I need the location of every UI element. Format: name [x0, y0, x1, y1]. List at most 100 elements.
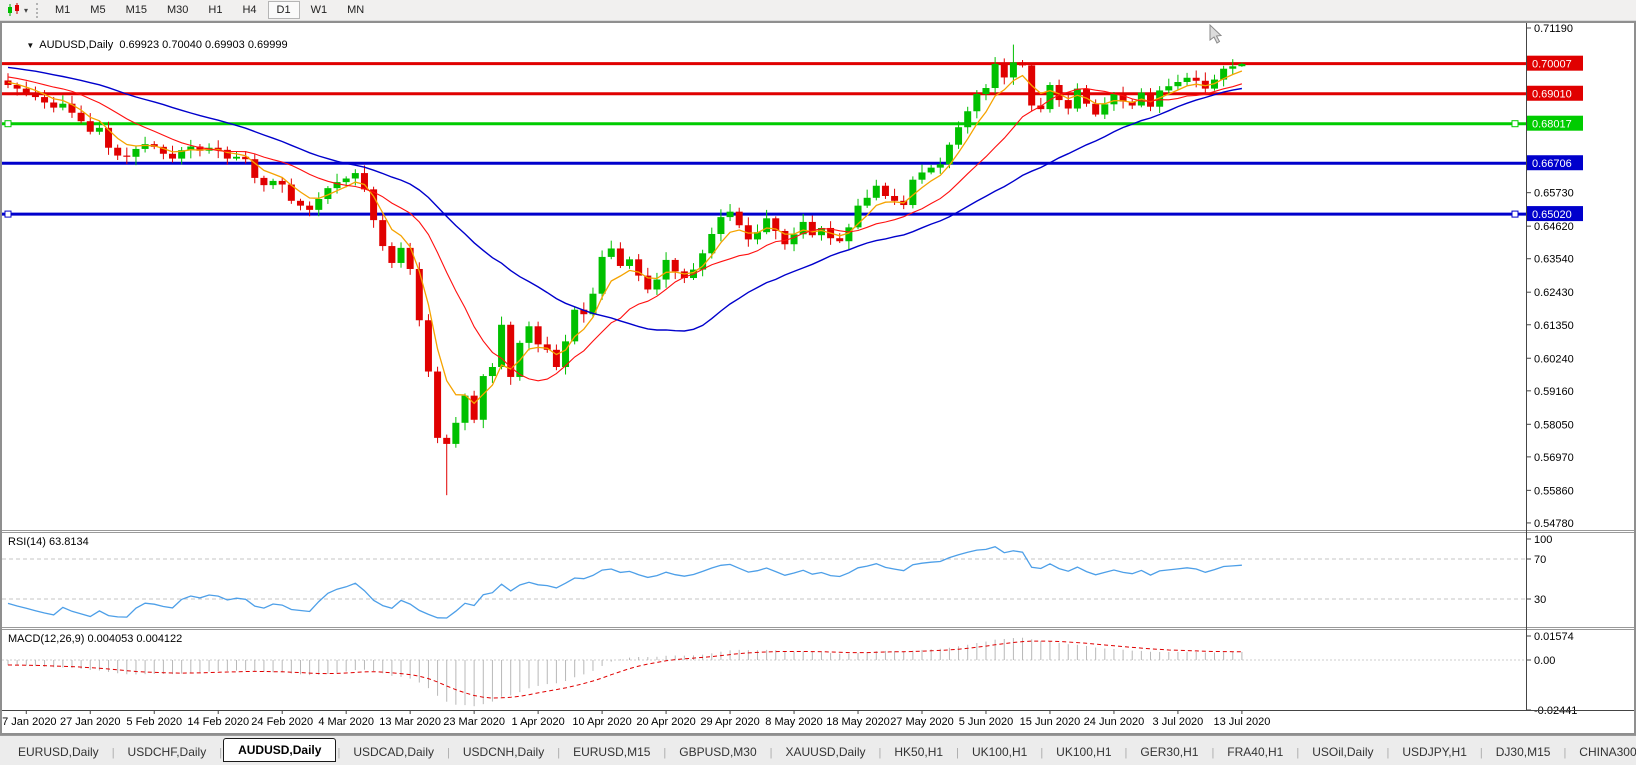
tab-uk100-h1[interactable]: UK100,H1	[1044, 742, 1123, 762]
toolbar: ▾ M1M5M15M30H1H4D1W1MN	[0, 0, 1636, 21]
trading-terminal: ▾ M1M5M15M30H1H4D1W1MN 0.711900.657300.6…	[0, 0, 1636, 765]
tab-usdchf-daily[interactable]: USDCHF,Daily	[116, 742, 219, 762]
price-badge-0.66706: 0.66706	[1527, 155, 1583, 170]
tab-ger30-h1[interactable]: GER30,H1	[1128, 742, 1210, 762]
timeframe-button-m15[interactable]: M15	[117, 1, 156, 19]
rsi-line	[8, 547, 1242, 618]
price-tick-label: 0.55860	[1534, 485, 1574, 497]
candle-body	[443, 438, 450, 444]
candle-body	[672, 260, 679, 271]
candle-body	[964, 111, 971, 127]
timeframe-button-h4[interactable]: H4	[233, 1, 265, 19]
timeframe-button-m30[interactable]: M30	[158, 1, 197, 19]
tab-usdcad-daily[interactable]: USDCAD,Daily	[341, 742, 446, 762]
timeframe-button-m1[interactable]: M1	[46, 1, 79, 19]
candle-body	[891, 196, 898, 201]
chevron-down-icon: ▾	[24, 6, 28, 15]
candle-body	[599, 257, 606, 294]
candle-body	[653, 280, 660, 290]
candle-body	[123, 156, 130, 157]
chart-type-button[interactable]: ▾	[2, 1, 32, 19]
ma-fast-line	[8, 71, 1242, 403]
candle-body	[1229, 66, 1236, 68]
rsi-scale-label: 70	[1534, 554, 1546, 566]
timeframe-button-d1[interactable]: D1	[268, 1, 300, 19]
candle-body	[763, 218, 770, 232]
candle-body	[617, 248, 624, 265]
macd-indicator-label: MACD(12,26,9) 0.004053 0.004122	[8, 633, 182, 645]
window-menu-icon[interactable]: ▼	[26, 41, 34, 50]
svg-text:0.68017: 0.68017	[1532, 119, 1572, 131]
tab-dj30-m15[interactable]: DJ30,M15	[1484, 742, 1563, 762]
candle-body	[87, 121, 94, 132]
tab-audusd-daily[interactable]: AUDUSD,Daily	[223, 738, 336, 762]
toolbar-grip[interactable]	[36, 3, 38, 18]
candle-body	[544, 344, 551, 349]
candle-body	[462, 396, 469, 423]
line-handle[interactable]	[5, 211, 11, 217]
rsi-scale-label: 100	[1534, 534, 1552, 546]
horizontal-line-0.65020[interactable]	[2, 211, 1526, 217]
rsi-scale-label: 30	[1534, 594, 1546, 606]
candle-body	[608, 248, 615, 256]
tab-eurusd-daily[interactable]: EURUSD,Daily	[6, 742, 111, 762]
candle-body	[973, 94, 980, 111]
price-tick-label: 0.59160	[1534, 386, 1574, 398]
date-label: 4 Mar 2020	[318, 716, 374, 728]
candle-body	[471, 396, 478, 420]
candle-body	[1074, 89, 1081, 109]
price-tick-label: 0.65730	[1534, 188, 1574, 200]
price-tick-label: 0.61350	[1534, 320, 1574, 332]
timeframe-button-h1[interactable]: H1	[199, 1, 231, 19]
candle-body	[78, 113, 85, 121]
price-badge-0.70007: 0.70007	[1527, 56, 1583, 71]
timeframe-button-m5[interactable]: M5	[81, 1, 114, 19]
candle-body	[132, 149, 139, 157]
date-label: 20 Apr 2020	[636, 716, 695, 728]
candle-body	[982, 88, 989, 94]
candle-body	[41, 97, 48, 102]
candle-body	[1083, 89, 1090, 104]
candle-body	[1101, 104, 1108, 114]
tab-usoil-daily[interactable]: USOil,Daily	[1300, 742, 1385, 762]
svg-text:0.66706: 0.66706	[1532, 158, 1572, 170]
candle-body	[1001, 64, 1008, 78]
chart-window: 0.711900.657300.646200.635400.624300.613…	[0, 21, 1636, 735]
candle-body	[23, 89, 30, 93]
candle-body	[270, 181, 277, 185]
tab-usdjpy-h1[interactable]: USDJPY,H1	[1390, 742, 1478, 762]
tab-fra40-h1[interactable]: FRA40,H1	[1215, 742, 1295, 762]
tab-gbpusd-m30[interactable]: GBPUSD,M30	[667, 742, 768, 762]
line-handle[interactable]	[5, 121, 11, 127]
timeframe-button-mn[interactable]: MN	[338, 1, 373, 19]
chart-canvas[interactable]: 0.711900.657300.646200.635400.624300.613…	[2, 23, 1634, 733]
line-handle[interactable]	[1512, 121, 1518, 127]
candle-body	[251, 159, 258, 178]
price-tick-label: 0.58050	[1534, 419, 1574, 431]
candle-body	[489, 367, 496, 376]
price-tick-label: 0.64620	[1534, 221, 1574, 233]
price-tick-label: 0.56970	[1534, 452, 1574, 464]
timeframe-button-w1[interactable]: W1	[302, 1, 337, 19]
candle-body	[1238, 64, 1245, 66]
date-label: 18 May 2020	[826, 716, 890, 728]
candle-body	[169, 154, 176, 159]
tab-uk100-h1[interactable]: UK100,H1	[960, 742, 1039, 762]
candle-body	[96, 128, 103, 132]
tab-hk50-h1[interactable]: HK50,H1	[882, 742, 955, 762]
candle-body	[1019, 62, 1026, 65]
candle-body	[626, 259, 633, 266]
tab-eurusd-m15[interactable]: EURUSD,M15	[561, 742, 662, 762]
tab-xauusd-daily[interactable]: XAUUSD,Daily	[774, 742, 878, 762]
candle-body	[882, 186, 889, 196]
tab-usdcnh-daily[interactable]: USDCNH,Daily	[451, 742, 556, 762]
candle-body	[525, 326, 532, 343]
candle-body	[105, 128, 112, 148]
candle-body	[727, 212, 734, 217]
candle-body	[407, 248, 414, 269]
date-label: 8 May 2020	[765, 716, 822, 728]
candle-body	[873, 186, 880, 198]
line-handle[interactable]	[1512, 211, 1518, 217]
tab-china300-h4[interactable]: CHINA300,H4	[1567, 742, 1636, 762]
candlestick-chart-icon	[6, 2, 22, 18]
